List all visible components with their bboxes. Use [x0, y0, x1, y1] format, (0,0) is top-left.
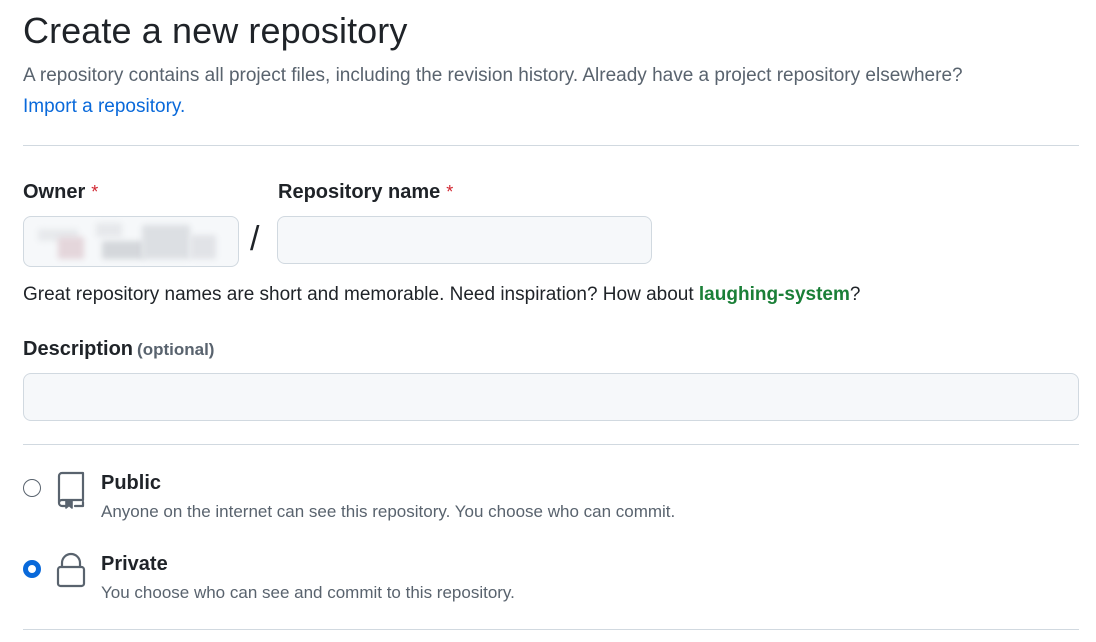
owner-label: Owner * [23, 181, 99, 203]
repository-name-label: Repository name * [278, 181, 454, 203]
lock-icon [55, 551, 87, 596]
repository-name-hint: Great repository names are short and mem… [23, 284, 861, 305]
public-description: Anyone on the internet can see this repo… [101, 502, 676, 521]
page-subtitle: A repository contains all project files,… [23, 60, 1083, 122]
redacted-owner-block [142, 225, 190, 259]
divider [23, 145, 1079, 146]
redacted-owner-block [102, 241, 144, 259]
owner-select[interactable] [23, 216, 239, 267]
name-suggestion-link[interactable]: laughing-system [699, 284, 850, 305]
public-radio[interactable] [23, 479, 41, 497]
owner-repo-separator: / [250, 220, 260, 258]
repo-icon [55, 470, 87, 515]
redacted-owner-block [96, 223, 122, 237]
import-repository-link[interactable]: Import a repository. [23, 91, 1083, 122]
subtitle-text: A repository contains all project files,… [23, 65, 963, 86]
page-title: Create a new repository [23, 10, 408, 51]
description-input[interactable] [23, 373, 1079, 421]
required-mark: * [446, 182, 454, 202]
private-title: Private [101, 553, 168, 575]
description-label: Description (optional) [23, 338, 215, 360]
public-title: Public [101, 472, 162, 494]
optional-tag: (optional) [137, 340, 215, 359]
redacted-owner-block [58, 237, 84, 259]
private-description: You choose who can see and commit to thi… [101, 583, 515, 602]
redacted-owner-block [190, 235, 216, 259]
private-radio[interactable] [23, 560, 41, 578]
divider [23, 629, 1079, 630]
repository-name-input[interactable] [277, 216, 652, 264]
required-mark: * [91, 182, 99, 202]
divider [23, 444, 1079, 445]
